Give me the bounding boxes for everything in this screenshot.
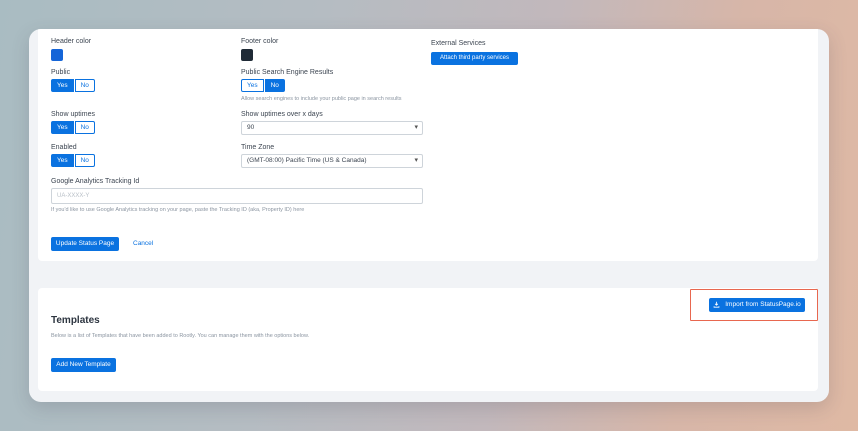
attach-third-party-services-button[interactable]: Attach third party services	[431, 52, 518, 65]
app-window: Header color Public Yes No Show uptimes …	[29, 29, 829, 402]
chevron-down-icon: ▾	[414, 124, 418, 131]
uptime-days-value: 90	[247, 124, 255, 131]
google-analytics-help: If you'd like to use Google Analytics tr…	[51, 207, 305, 213]
search-engine-label: Public Search Engine Results	[241, 69, 334, 76]
show-uptimes-yes-option[interactable]: Yes	[51, 121, 74, 134]
header-color-swatch[interactable]	[51, 49, 63, 61]
google-analytics-input[interactable]: UA-XXXX-Y	[51, 188, 423, 204]
footer-color-swatch[interactable]	[241, 49, 253, 61]
public-no-option[interactable]: No	[74, 79, 95, 92]
time-zone-select[interactable]: (GMT-08:00) Pacific Time (US & Canada) ▾	[241, 154, 423, 168]
time-zone-label: Time Zone	[241, 144, 275, 151]
enabled-no-option[interactable]: No	[74, 154, 95, 167]
enabled-yes-option[interactable]: Yes	[51, 154, 74, 167]
search-engine-yes-option[interactable]: Yes	[241, 79, 264, 92]
enabled-label: Enabled	[51, 144, 77, 151]
enabled-toggle: Yes No	[51, 154, 95, 167]
templates-description: Below is a list of Templates that have b…	[51, 333, 310, 339]
search-engine-toggle: Yes No	[241, 79, 285, 92]
show-uptimes-no-option[interactable]: No	[74, 121, 95, 134]
status-page-settings-card: Header color Public Yes No Show uptimes …	[38, 29, 818, 261]
chevron-down-icon: ▾	[414, 157, 418, 164]
cancel-link[interactable]: Cancel	[133, 240, 153, 247]
update-status-page-button[interactable]: Update Status Page	[51, 237, 119, 251]
search-engine-no-option[interactable]: No	[264, 79, 285, 92]
uptime-days-select[interactable]: 90 ▾	[241, 121, 423, 135]
public-toggle: Yes No	[51, 79, 95, 92]
search-engine-help: Allow search engines to include your pub…	[241, 96, 402, 102]
external-services-label: External Services	[431, 40, 486, 47]
time-zone-value: (GMT-08:00) Pacific Time (US & Canada)	[247, 157, 367, 164]
public-label: Public	[51, 69, 71, 76]
show-uptimes-label: Show uptimes	[51, 111, 95, 118]
public-yes-option[interactable]: Yes	[51, 79, 74, 92]
highlight-box	[690, 289, 818, 321]
show-uptimes-toggle: Yes No	[51, 121, 95, 134]
header-color-label: Header color	[51, 38, 92, 45]
uptime-days-label: Show uptimes over x days	[241, 111, 323, 118]
footer-color-label: Footer color	[241, 38, 279, 45]
templates-title: Templates	[51, 315, 100, 326]
add-new-template-button[interactable]: Add New Template	[51, 358, 116, 372]
google-analytics-label: Google Analytics Tracking Id	[51, 178, 140, 185]
